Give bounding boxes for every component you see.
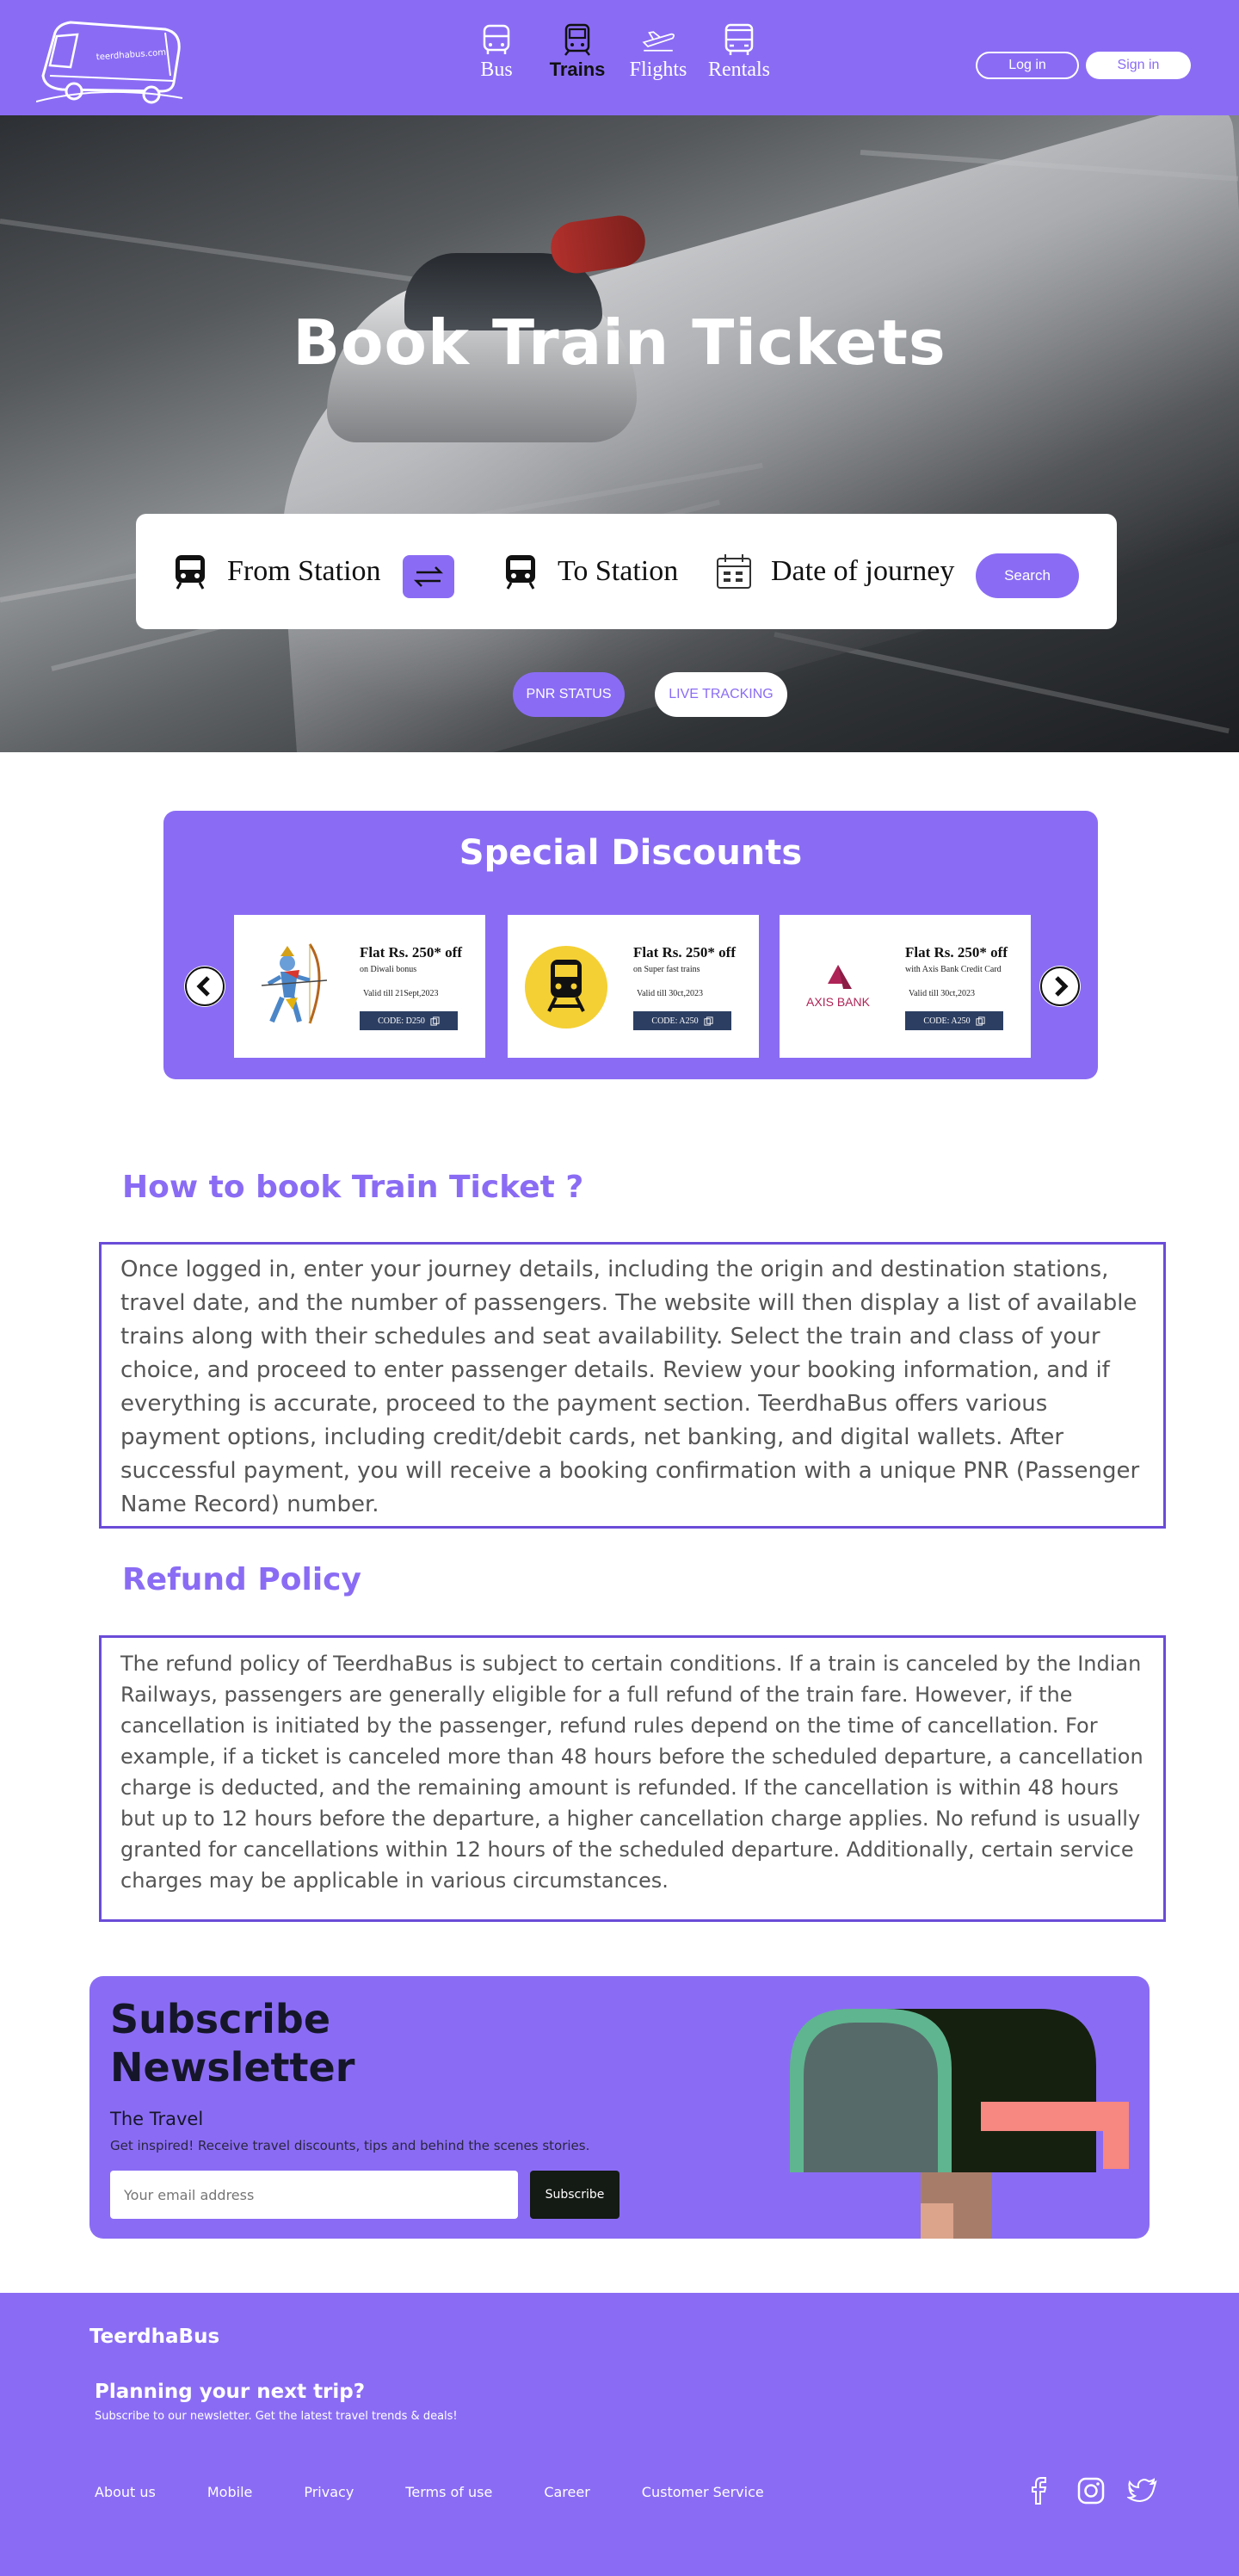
swap-icon [413, 566, 444, 587]
nav-bus-label: Bus [480, 59, 513, 81]
discount-card[interactable]: Flat Rs. 250* off on Diwali bonus Valid … [234, 915, 485, 1058]
how-to-book-body: Once logged in, enter your journey detai… [99, 1242, 1166, 1529]
footer-link-privacy[interactable]: Privacy [304, 2484, 354, 2500]
instagram-icon[interactable] [1076, 2475, 1106, 2506]
refund-policy-title: Refund Policy [122, 1562, 361, 1597]
chevron-left-icon [185, 967, 225, 1006]
footer-link-mobile[interactable]: Mobile [207, 2484, 252, 2500]
coupon-code: CODE: A250 [923, 1016, 971, 1026]
from-station-label: From Station [227, 555, 381, 587]
copy-icon [704, 1016, 713, 1026]
newsletter-title-line1: Subscribe [110, 1996, 331, 2042]
signin-button[interactable]: Sign in [1086, 52, 1191, 79]
nav-trains[interactable]: Trains [537, 22, 618, 82]
site-header: teerdhabus.com Bus Trains Flights Rental… [0, 0, 1239, 115]
to-station-label: To Station [558, 555, 679, 587]
discounts-title: Special Discounts [459, 833, 803, 873]
calendar-icon [717, 554, 751, 589]
nav-bus[interactable]: Bus [456, 22, 537, 82]
card-validity: Valid till 21Sept,2023 [363, 989, 439, 998]
coupon-code-button[interactable]: CODE: A250 [633, 1011, 731, 1030]
archer-illustration [250, 937, 336, 1032]
footer-link-about[interactable]: About us [95, 2484, 156, 2500]
footer-plan-subtitle: Subscribe to our newsletter. Get the lat… [95, 2410, 458, 2423]
nav-flights-label: Flights [629, 59, 687, 81]
pnr-status-button[interactable]: PNR STATUS [513, 672, 625, 717]
nav-rentals-label: Rentals [708, 59, 770, 81]
to-station-field[interactable]: To Station [501, 514, 678, 629]
nav-flights[interactable]: Flights [618, 22, 699, 82]
hero-title: Book Train Tickets [293, 306, 946, 379]
search-box: From Station To Station Date of journey … [136, 514, 1117, 629]
coupon-code-button[interactable]: CODE: A250 [905, 1011, 1003, 1030]
discount-card[interactable]: AXIS BANK Flat Rs. 250* off with Axis Ba… [780, 915, 1031, 1058]
newsletter-email-input[interactable] [110, 2171, 518, 2219]
search-button[interactable]: Search [976, 553, 1079, 598]
subscribe-button[interactable]: Subscribe [530, 2171, 620, 2219]
bus-icon [483, 24, 510, 54]
train-icon [176, 555, 205, 590]
copy-icon [430, 1016, 440, 1026]
card-subtitle: on Super fast trains [633, 965, 700, 974]
train-icon [564, 23, 590, 56]
footer-link-customer-service[interactable]: Customer Service [642, 2484, 764, 2500]
footer-plan-title: Planning your next trip? [95, 2381, 366, 2403]
discount-card[interactable]: Flat Rs. 250* off on Super fast trains V… [508, 915, 759, 1058]
date-of-journey-label: Date of journey [771, 555, 955, 587]
card-validity: Valid till 30ct,2023 [909, 989, 975, 998]
newsletter-subtitle: The Travel [110, 2109, 204, 2129]
logo-bus-icon: teerdhabus.com [35, 21, 183, 104]
card-headline: Flat Rs. 250* off [633, 944, 736, 961]
twitter-icon[interactable] [1125, 2475, 1158, 2506]
from-station-field[interactable]: From Station [170, 514, 381, 629]
card-subtitle: on Diwali bonus [360, 965, 417, 974]
nav-rentals[interactable]: Rentals [699, 22, 780, 82]
copy-icon [976, 1016, 985, 1026]
train-icon [506, 555, 535, 590]
mailbox-illustration [790, 2009, 1129, 2239]
hero-section: Book Train Tickets From Station To Stati… [0, 115, 1239, 752]
newsletter-description: Get inspired! Receive travel discounts, … [110, 2138, 590, 2153]
chevron-right-icon [1040, 967, 1080, 1006]
carousel-prev-button[interactable] [184, 966, 225, 1007]
rental-bus-icon [724, 23, 754, 55]
special-discounts-section: Special Discounts Flat Rs. 250* off on D… [163, 811, 1098, 1079]
newsletter-title-line2: Newsletter [110, 2044, 355, 2091]
train-badge-icon [523, 937, 609, 1032]
nav-trains-label: Trains [549, 59, 606, 80]
card-subtitle: with Axis Bank Credit Card [905, 965, 1002, 974]
footer-link-terms[interactable]: Terms of use [405, 2484, 492, 2500]
card-headline: Flat Rs. 250* off [905, 944, 1008, 961]
coupon-code-button[interactable]: CODE: D250 [360, 1011, 458, 1030]
footer-links: About us Mobile Privacy Terms of use Car… [95, 2484, 764, 2500]
login-button[interactable]: Log in [976, 52, 1079, 79]
date-of-journey-field[interactable]: Date of journey [714, 514, 954, 629]
logo-text: teerdhabus.com [96, 48, 166, 63]
footer-brand: TeerdhaBus [89, 2326, 220, 2348]
live-tracking-button[interactable]: LIVE TRACKING [655, 672, 787, 717]
refund-policy-body: The refund policy of TeerdhaBus is subje… [99, 1635, 1166, 1922]
plane-icon [642, 31, 675, 52]
coupon-code: CODE: D250 [378, 1016, 425, 1026]
footer-link-career[interactable]: Career [544, 2484, 589, 2500]
how-to-book-title: How to book Train Ticket ? [122, 1170, 584, 1205]
card-headline: Flat Rs. 250* off [360, 944, 462, 961]
axis-bank-logo: AXIS BANK [795, 937, 881, 1032]
site-footer: TeerdhaBus Planning your next trip? Subs… [0, 2293, 1239, 2576]
main-nav: Bus Trains Flights Rentals [456, 22, 780, 82]
carousel-next-button[interactable] [1039, 966, 1081, 1007]
card-validity: Valid till 30ct,2023 [637, 989, 703, 998]
coupon-code: CODE: A250 [651, 1016, 699, 1026]
newsletter-section: Subscribe Newsletter The Travel Get insp… [89, 1976, 1150, 2239]
site-logo[interactable]: teerdhabus.com [35, 15, 188, 107]
axis-bank-logo-text: AXIS BANK [806, 995, 871, 1009]
newsletter-title: Subscribe Newsletter [110, 1995, 354, 2091]
swap-stations-button[interactable] [403, 555, 454, 598]
facebook-icon[interactable] [1024, 2475, 1055, 2506]
